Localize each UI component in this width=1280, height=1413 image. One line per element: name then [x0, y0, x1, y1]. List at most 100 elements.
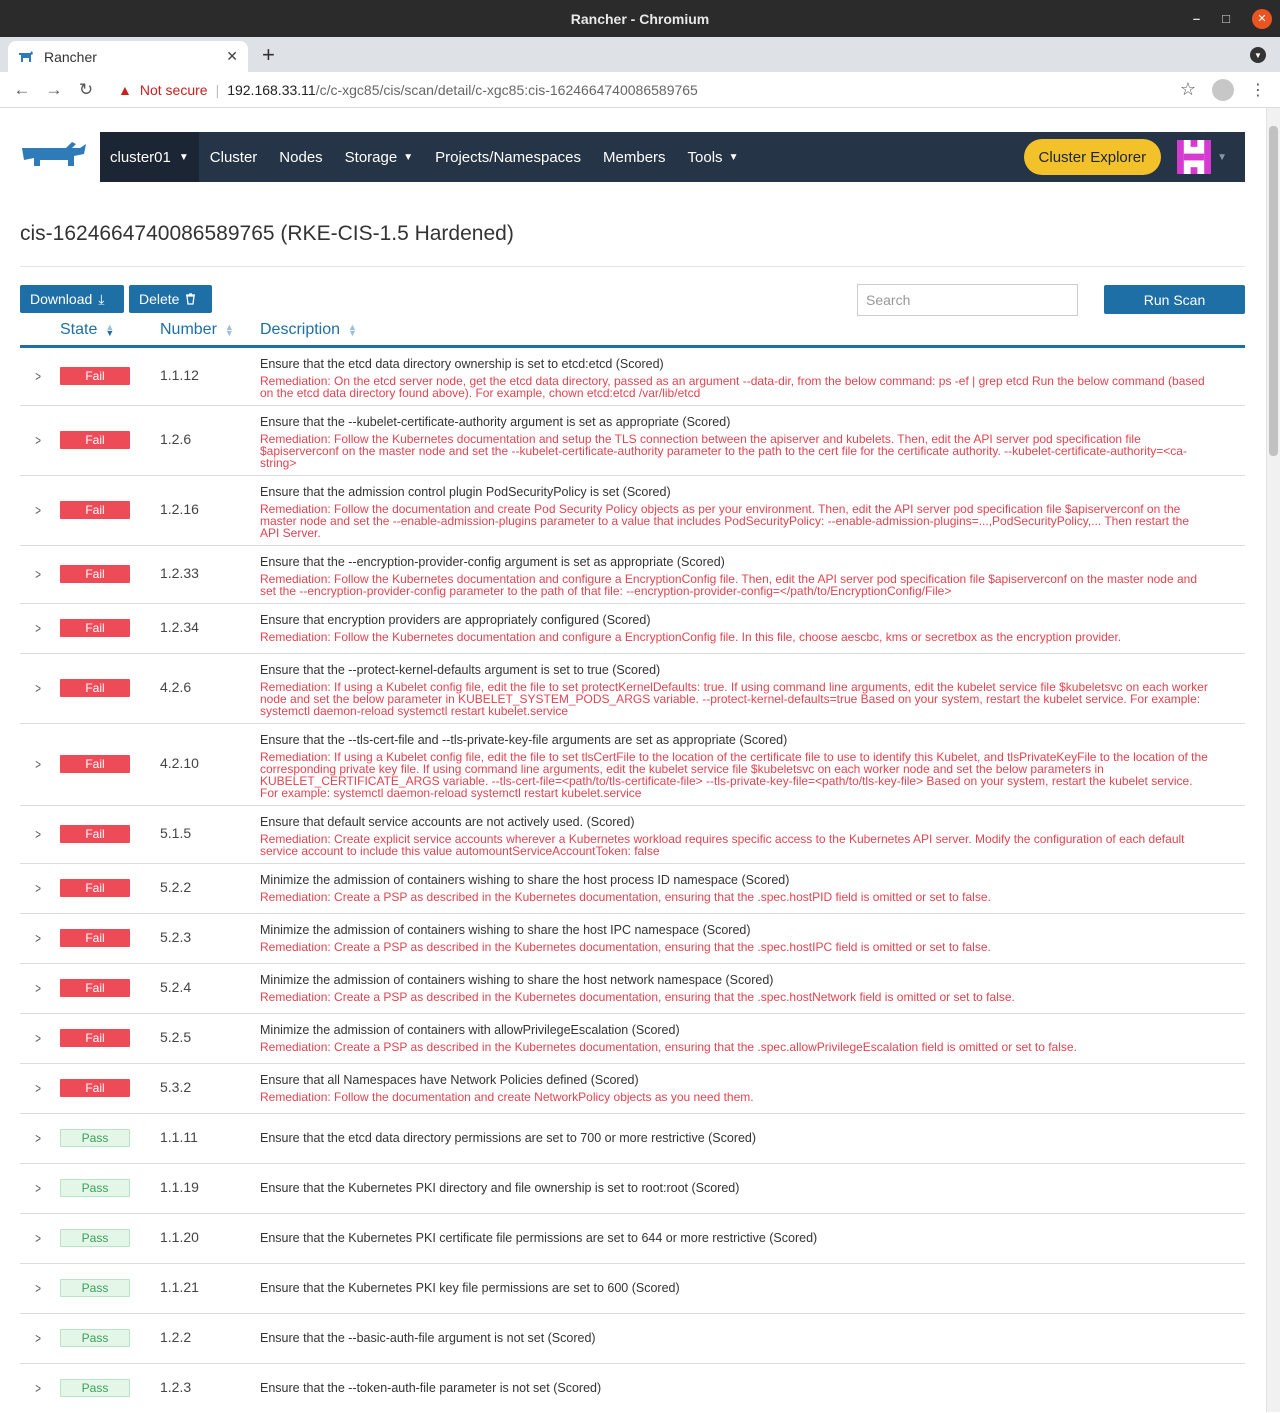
- url-separator: |: [215, 81, 220, 98]
- minimize-icon[interactable]: –: [1193, 11, 1200, 26]
- expand-row-icon[interactable]: >: [35, 680, 41, 696]
- row-description: Ensure that all Namespaces have Network …: [260, 1073, 639, 1087]
- row-remediation: Remediation: Follow the documentation an…: [260, 1090, 754, 1104]
- chevron-down-icon: ▼: [728, 151, 739, 163]
- expand-row-icon[interactable]: >: [35, 566, 41, 582]
- column-number[interactable]: Number ▲ ▼: [160, 321, 234, 339]
- row-number: 5.2.2: [160, 879, 192, 895]
- column-state-label: State: [60, 321, 98, 338]
- expand-row-icon[interactable]: >: [35, 880, 41, 896]
- expand-row-icon[interactable]: >: [35, 756, 41, 772]
- expand-row-icon[interactable]: >: [35, 1380, 41, 1396]
- column-description-label: Description: [260, 321, 341, 338]
- cluster-selector[interactable]: cluster01 ▼: [100, 132, 199, 182]
- chevron-down-icon: ▼: [403, 151, 414, 163]
- table-row[interactable]: > Fail 1.2.6 Ensure that the --kubelet-cert…: [20, 406, 1245, 476]
- download-button[interactable]: Download ⤓: [20, 285, 124, 313]
- main-nav: cluster01 ▼ Cluster Nodes Storage ▼ Proje…: [100, 132, 1245, 182]
- table-row[interactable]: > Fail 4.2.10 Ensure that the --tls-cert-fi…: [20, 724, 1245, 806]
- expand-row-icon[interactable]: >: [35, 1280, 41, 1296]
- scrollbar-thumb[interactable]: [1269, 126, 1278, 456]
- reload-icon[interactable]: ↻: [70, 80, 102, 100]
- chevron-down-icon: ▼: [1217, 151, 1227, 163]
- expand-row-icon[interactable]: >: [35, 368, 41, 384]
- run-scan-button[interactable]: Run Scan: [1104, 285, 1245, 314]
- expand-row-icon[interactable]: >: [35, 1230, 41, 1246]
- nav-tools-label: Tools: [687, 148, 723, 166]
- nav-projects-label: Projects/Namespaces: [435, 148, 582, 166]
- table-row[interactable]: > Fail 5.3.2 Ensure that all Namespaces hav…: [20, 1064, 1245, 1114]
- security-indicator[interactable]: ▲ Not secure: [118, 82, 208, 98]
- search-input[interactable]: [857, 284, 1078, 316]
- expand-row-icon[interactable]: >: [35, 432, 41, 448]
- state-badge: Fail: [60, 1079, 130, 1097]
- state-badge: Pass: [60, 1379, 130, 1397]
- table-row[interactable]: > Fail 5.1.5 Ensure that default service ac…: [20, 806, 1245, 864]
- tab-close-icon[interactable]: ✕: [226, 48, 238, 65]
- row-description: Ensure that the etcd data directory perm…: [260, 1131, 757, 1145]
- table-row[interactable]: > Pass 1.2.2 Ensure that the --basic-auth-f…: [20, 1314, 1245, 1364]
- user-menu[interactable]: ▼: [1177, 140, 1227, 174]
- nav-tools[interactable]: Tools ▼: [677, 149, 750, 166]
- profile-avatar-icon[interactable]: [1212, 78, 1234, 101]
- url-field[interactable]: 192.168.33.11/c/c-xgc85/cis/scan/detail/…: [227, 82, 698, 98]
- page-title: cis-1624664740086589765 (RKE-CIS-1.5 Har…: [20, 222, 514, 245]
- forward-icon[interactable]: →: [38, 80, 70, 100]
- row-remediation: Remediation: On the etcd server node, ge…: [260, 374, 1205, 400]
- page-scrollbar[interactable]: [1266, 108, 1280, 1412]
- nav-projects-namespaces[interactable]: Projects/Namespaces: [424, 149, 592, 166]
- expand-row-icon[interactable]: >: [35, 1030, 41, 1046]
- close-window-icon[interactable]: ✕: [1252, 8, 1272, 29]
- back-icon[interactable]: ←: [6, 80, 38, 100]
- state-badge: Fail: [60, 979, 130, 997]
- expand-row-icon[interactable]: >: [35, 1180, 41, 1196]
- column-state[interactable]: State ▲ ▼: [60, 321, 114, 339]
- row-number: 1.2.6: [160, 431, 192, 447]
- table-row[interactable]: > Pass 1.1.21 Ensure that the Kubernetes PK…: [20, 1264, 1245, 1314]
- row-number: 1.1.11: [160, 1129, 198, 1145]
- table-row[interactable]: > Pass 1.1.11 Ensure that the etcd data dir…: [20, 1114, 1245, 1164]
- rancher-logo[interactable]: [20, 132, 100, 182]
- row-number: 1.2.33: [160, 565, 199, 581]
- table-row[interactable]: > Fail 1.2.16 Ensure that the admission con…: [20, 476, 1245, 546]
- browser-tab[interactable]: Rancher ✕: [8, 41, 248, 72]
- chevron-down-icon: ▼: [178, 151, 189, 163]
- table-row[interactable]: > Fail 1.1.12 Ensure that the etcd data dir…: [20, 348, 1245, 406]
- browser-menu-icon[interactable]: ⋮: [1250, 80, 1266, 100]
- cluster-explorer-button[interactable]: Cluster Explorer: [1023, 139, 1162, 175]
- table-row[interactable]: > Fail 1.2.34 Ensure that encryption provid…: [20, 604, 1245, 654]
- table-row[interactable]: > Fail 5.2.3 Minimize the admission of cont…: [20, 914, 1245, 964]
- table-row[interactable]: > Fail 5.2.4 Minimize the admission of cont…: [20, 964, 1245, 1014]
- row-description: Ensure that the Kubernetes PKI key file …: [260, 1281, 680, 1295]
- expand-row-icon[interactable]: >: [35, 502, 41, 518]
- nav-members[interactable]: Members: [592, 149, 677, 166]
- window-title: Rancher - Chromium: [570, 10, 710, 27]
- expand-row-icon[interactable]: >: [35, 620, 41, 636]
- bookmark-star-icon[interactable]: ☆: [1180, 79, 1196, 100]
- state-badge: Pass: [60, 1229, 130, 1247]
- row-remediation: Remediation: Create a PSP as described i…: [260, 1040, 1077, 1054]
- table-row[interactable]: > Fail 5.2.5 Minimize the admission of cont…: [20, 1014, 1245, 1064]
- row-description: Ensure that the admission control plugin…: [260, 485, 671, 499]
- delete-button[interactable]: Delete: [129, 285, 212, 313]
- expand-row-icon[interactable]: >: [35, 1080, 41, 1096]
- tab-search-icon[interactable]: ▼: [1250, 47, 1266, 63]
- expand-row-icon[interactable]: >: [35, 1330, 41, 1346]
- expand-row-icon[interactable]: >: [35, 826, 41, 842]
- table-row[interactable]: > Pass 1.1.20 Ensure that the Kubernetes PK…: [20, 1214, 1245, 1264]
- table-row[interactable]: > Fail 1.2.33 Ensure that the --encryption-…: [20, 546, 1245, 604]
- new-tab-icon[interactable]: +: [262, 42, 275, 68]
- expand-row-icon[interactable]: >: [35, 980, 41, 996]
- row-remediation: Remediation: Create a PSP as described i…: [260, 990, 1015, 1004]
- nav-cluster[interactable]: Cluster: [199, 149, 269, 166]
- nav-storage[interactable]: Storage ▼: [334, 149, 424, 166]
- table-row[interactable]: > Pass 1.2.3 Ensure that the --token-auth-f…: [20, 1364, 1245, 1412]
- table-row[interactable]: > Pass 1.1.19 Ensure that the Kubernetes PK…: [20, 1164, 1245, 1214]
- table-row[interactable]: > Fail 4.2.6 Ensure that the --protect-kern…: [20, 654, 1245, 724]
- nav-nodes[interactable]: Nodes: [268, 149, 333, 166]
- expand-row-icon[interactable]: >: [35, 930, 41, 946]
- table-row[interactable]: > Fail 5.2.2 Minimize the admission of cont…: [20, 864, 1245, 914]
- column-description[interactable]: Description ▲ ▼: [260, 321, 357, 339]
- maximize-icon[interactable]: □: [1222, 11, 1230, 26]
- expand-row-icon[interactable]: >: [35, 1130, 41, 1146]
